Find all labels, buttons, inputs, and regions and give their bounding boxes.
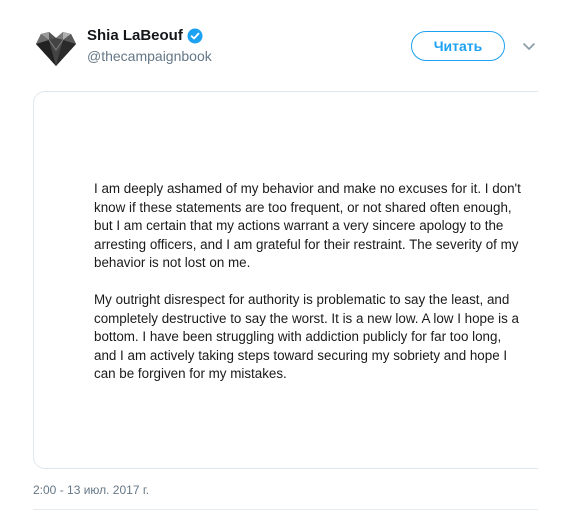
tweet-timestamp[interactable]: 2:00 - 13 июл. 2017 г.: [33, 482, 149, 498]
profile-avatar[interactable]: [33, 28, 79, 68]
user-handle[interactable]: @thecampaignbook: [87, 47, 212, 65]
chevron-down-icon: [523, 43, 535, 50]
verified-badge-icon: [187, 28, 203, 44]
tweet-media-image[interactable]: I am deeply ashamed of my behavior and m…: [33, 91, 538, 469]
divider: [33, 509, 538, 510]
name-row: Shia LaBeouf: [87, 26, 212, 46]
follow-button[interactable]: Читать: [411, 31, 505, 61]
statement-paragraph-1: I am deeply ashamed of my behavior and m…: [94, 181, 521, 271]
display-name[interactable]: Shia LaBeouf: [87, 26, 183, 46]
statement-paragraph-2: My outright disrespect for authority is …: [94, 291, 519, 382]
statement-text: I am deeply ashamed of my behavior and m…: [94, 180, 524, 402]
author-block: Shia LaBeouf @thecampaignbook: [87, 26, 212, 65]
heart-avatar-icon: [36, 32, 76, 66]
tweet: Shia LaBeouf @thecampaignbook Читать I a…: [0, 0, 571, 512]
more-options-button[interactable]: [521, 38, 537, 54]
